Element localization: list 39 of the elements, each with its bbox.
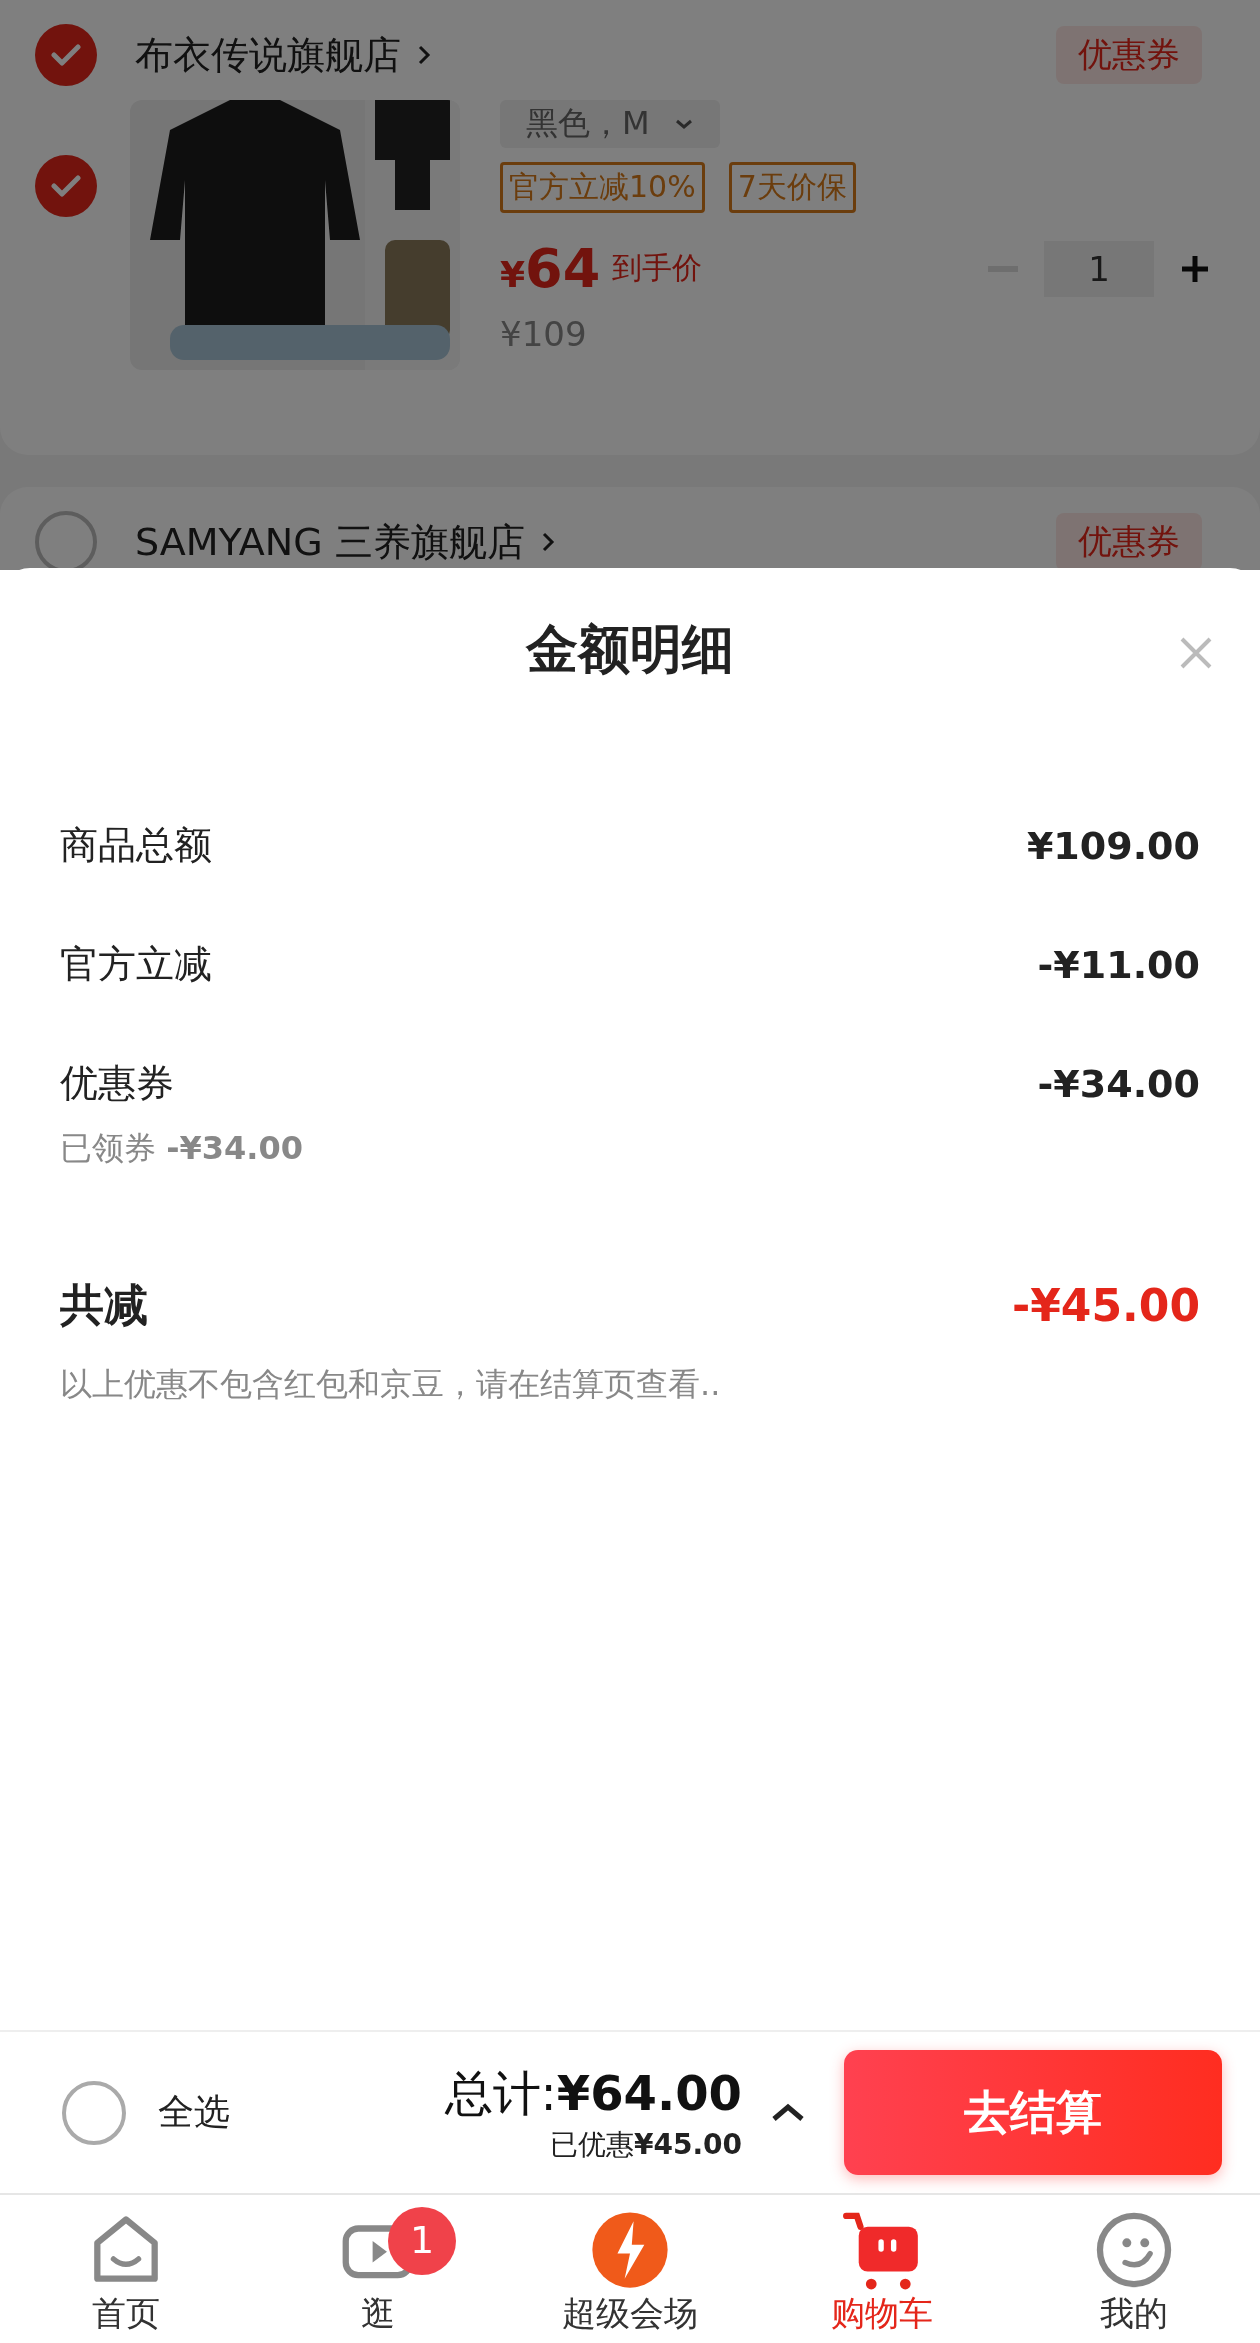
chevron-down-icon — [673, 118, 694, 130]
row-label: 商品总额 — [60, 822, 212, 869]
tab-item[interactable]: 我的 — [1008, 2207, 1260, 2339]
row-amount: -¥11.00 — [1037, 942, 1200, 987]
notification-badge: 1 — [388, 2207, 456, 2275]
check-icon — [51, 175, 81, 197]
final-price: ¥64 — [500, 237, 601, 300]
row-note: 已领券 -¥34.00 — [60, 1128, 304, 1169]
coupon-tag[interactable]: 优惠券 — [1056, 26, 1202, 84]
total-discount: -¥45.00 — [1011, 1280, 1200, 1331]
tab-item[interactable]: 首页 — [0, 2207, 252, 2339]
coupon-tag[interactable]: 优惠券 — [1056, 513, 1202, 570]
store-name[interactable]: SAMYANG 三养旗舰店 — [135, 516, 525, 568]
row-label: 官方立减 — [60, 941, 212, 988]
row-amount: ¥109.00 — [1026, 823, 1200, 868]
chevron-right-icon[interactable] — [417, 43, 431, 67]
price-note: 到手价 — [612, 249, 703, 287]
saved-amount: 已优惠¥45.00 — [549, 2126, 742, 2163]
check-icon — [51, 44, 81, 66]
quantity-field[interactable]: 1 — [1044, 240, 1154, 297]
tab-item[interactable]: 逛 1 — [252, 2207, 504, 2339]
tab-item[interactable]: 购物车 — [756, 2207, 1008, 2339]
discount-note: 以上优惠不包含红包和京豆，请在结算页查看.. — [60, 1364, 722, 1405]
checkout-button[interactable]: 去结算 — [844, 2050, 1222, 2175]
plus-icon[interactable] — [1180, 253, 1210, 284]
tab-item[interactable]: 超级会场 — [504, 2207, 756, 2339]
store-checkbox[interactable] — [35, 511, 97, 570]
variant-selector[interactable]: 黑色，M — [500, 100, 720, 148]
select-all-label[interactable]: 全选 — [158, 2088, 230, 2137]
total-price: 总计:¥64.00 — [444, 2063, 742, 2123]
original-price: ¥109 — [500, 314, 588, 354]
total-label: 共减 — [60, 1278, 148, 1332]
chevron-right-icon[interactable] — [540, 530, 555, 554]
store-name[interactable]: 布衣传说旗舰店 — [135, 29, 401, 81]
row-amount: -¥34.00 — [1037, 1061, 1200, 1106]
promo-tag: 官方立减10% — [500, 162, 705, 213]
promo-tag: 7天价保 — [728, 162, 856, 213]
sheet-title: 金额明细 — [526, 618, 734, 681]
row-label: 优惠券 — [60, 1060, 174, 1107]
